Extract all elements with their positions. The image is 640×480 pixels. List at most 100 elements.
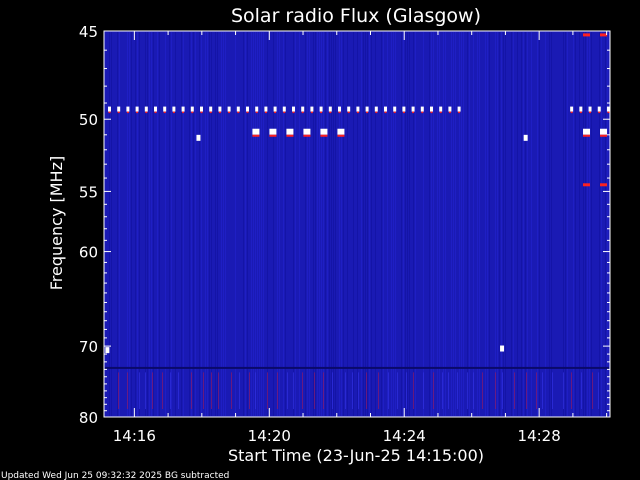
texture-stripe [395, 32, 396, 416]
texture-stripe [199, 32, 200, 416]
y-tick-label: 80 [79, 409, 98, 427]
interference-block-edge [269, 134, 277, 137]
texture-stripe [453, 32, 454, 416]
texture-stripe [371, 32, 372, 416]
texture-stripe [309, 32, 310, 416]
texture-stripe [403, 32, 404, 416]
noise-streak [162, 372, 163, 409]
interference-mark-edge [320, 111, 323, 114]
interference-mark [402, 106, 406, 112]
interference-mark-edge [163, 111, 166, 114]
interference-mark-edge [329, 111, 332, 114]
texture-stripe [127, 32, 128, 416]
footer-status: Updated Wed Jun 25 09:32:32 2025 BG subt… [1, 471, 229, 480]
interference-mark [420, 106, 424, 112]
texture-stripe [253, 32, 254, 416]
interference-mark [246, 106, 249, 112]
noise-streak [178, 372, 179, 409]
interference-block [600, 128, 608, 135]
interference-mark [108, 106, 111, 112]
noise-streak [433, 372, 434, 409]
interference-mark [430, 106, 433, 112]
interference-mark [597, 106, 601, 112]
interference-block [320, 128, 328, 135]
noise-streak [211, 372, 212, 409]
texture-stripe [191, 32, 192, 416]
interference-mark [328, 106, 332, 112]
texture-stripe [353, 32, 354, 416]
texture-stripe [277, 32, 278, 416]
texture-stripe [193, 32, 194, 416]
texture-stripe [439, 32, 440, 416]
texture-stripe [429, 32, 430, 416]
texture-stripe [259, 32, 260, 416]
texture-stripe [563, 32, 564, 416]
texture-stripe [383, 32, 384, 416]
texture-stripe [215, 32, 216, 416]
texture-stripe [405, 32, 406, 416]
interference-mark-edge [126, 111, 129, 114]
interference-mark [301, 106, 305, 112]
texture-stripe [413, 32, 414, 416]
texture-stripe [305, 32, 306, 416]
interference-block-edge [252, 134, 260, 137]
noise-streak [423, 372, 424, 409]
texture-stripe [235, 32, 236, 416]
interference-mark-edge [375, 111, 378, 114]
interference-block [583, 128, 591, 135]
chart-title: Solar radio Flux (Glasgow) [231, 5, 481, 27]
texture-stripe [505, 32, 506, 416]
interference-mark-edge [589, 111, 592, 114]
texture-stripe [111, 32, 112, 416]
texture-stripe [171, 32, 172, 416]
texture-stripe [495, 32, 496, 416]
interference-mark-edge [570, 111, 573, 114]
noise-streak [249, 372, 250, 409]
interference-mark [236, 106, 240, 112]
texture-stripe [283, 32, 284, 416]
texture-stripe [445, 32, 446, 416]
texture-stripe [335, 32, 336, 416]
y-tick-label: 60 [79, 244, 98, 262]
texture-stripe [299, 32, 300, 416]
texture-stripe [169, 32, 170, 416]
texture-stripe [455, 32, 456, 416]
texture-stripe [415, 32, 416, 416]
texture-stripe [217, 32, 218, 416]
texture-stripe [525, 32, 526, 416]
interference-point [500, 345, 505, 352]
interference-mark-edge [237, 111, 240, 114]
texture-stripe [183, 32, 184, 416]
texture-stripe [333, 32, 334, 416]
interference-mark-edge [301, 111, 304, 114]
texture-stripe [549, 32, 550, 416]
interference-mark [273, 106, 277, 112]
noise-streak [139, 372, 140, 409]
y-tick-label: 70 [79, 338, 98, 356]
interference-mark [190, 106, 194, 112]
spectrogram-chart: Solar radio Flux (Glasgow) 455055607080 … [1, 5, 611, 480]
texture-stripe [459, 32, 460, 416]
interference-mark-edge [338, 111, 341, 114]
noise-streak [145, 372, 146, 409]
texture-stripe [245, 32, 246, 416]
interference-block [600, 183, 608, 187]
texture-stripe [539, 32, 540, 416]
texture-stripe [367, 32, 368, 416]
texture-stripe [551, 32, 552, 416]
noise-streak [598, 372, 599, 409]
interference-mark-edge [430, 111, 433, 114]
noise-streak [366, 372, 367, 409]
texture-stripe [315, 32, 316, 416]
texture-stripe [511, 32, 512, 416]
noise-streak [467, 372, 468, 409]
interference-mark [365, 106, 369, 112]
texture-stripe [319, 32, 320, 416]
noise-streak [267, 372, 268, 409]
texture-stripe [601, 32, 602, 416]
noise-streak [502, 372, 503, 409]
interference-mark-edge [283, 111, 286, 114]
texture-stripe [251, 32, 252, 416]
interference-block [303, 128, 311, 135]
texture-stripe [473, 32, 474, 416]
